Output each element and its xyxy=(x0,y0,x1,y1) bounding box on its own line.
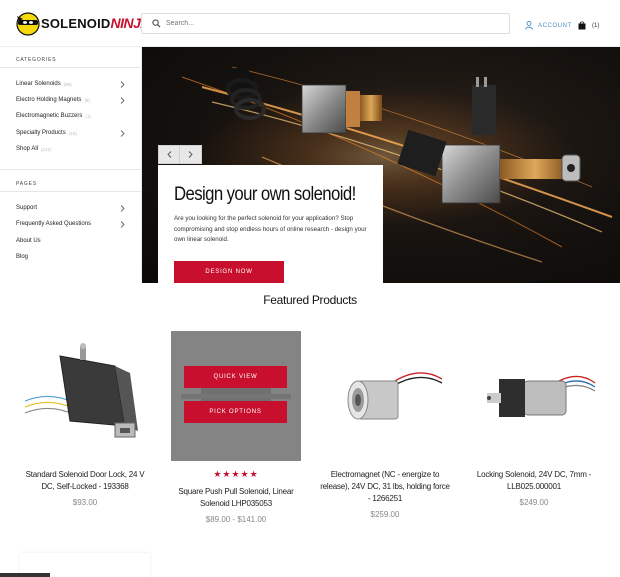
product-name[interactable]: Locking Solenoid, 24V DC, 7mm - LLB025.0… xyxy=(469,469,599,493)
sidebar-item-label: Support xyxy=(16,205,38,211)
hero-banner: Design your own solenoid! Are you lookin… xyxy=(142,47,620,283)
ninja-logo-icon xyxy=(15,10,43,36)
chevron-right-icon[interactable] xyxy=(118,129,126,137)
sidebar-item-specialty-products[interactable]: Specialty Products (19) xyxy=(16,127,128,139)
sidebar-item-label: Linear Solenoids xyxy=(16,81,61,87)
product-card[interactable]: Electromagnet (NC - energize to release)… xyxy=(320,331,450,519)
sidebar-item-label: Shop All xyxy=(16,146,39,152)
footer-strip xyxy=(0,573,50,577)
sidebar: CATEGORIES Linear Solenoids (98) Electro… xyxy=(0,47,142,283)
categories-heading: CATEGORIES xyxy=(16,57,57,63)
sidebar-item-count: (1) xyxy=(85,113,91,119)
carousel-prev-button[interactable] xyxy=(158,145,180,164)
divider xyxy=(0,191,141,192)
product-image[interactable] xyxy=(320,331,450,461)
chevron-right-icon xyxy=(188,151,193,158)
product-rating: ★★★★★ xyxy=(213,469,259,479)
product-image[interactable] xyxy=(469,331,599,461)
sidebar-item-count: (98) xyxy=(63,81,72,87)
chevron-right-icon[interactable] xyxy=(118,220,126,228)
search-bar xyxy=(141,13,510,34)
hero-title: Design your own solenoid! xyxy=(174,183,356,205)
sidebar-item-label: Electro Holding Magnets xyxy=(16,97,82,103)
product-name[interactable]: Square Push Pull Solenoid, Linear Soleno… xyxy=(171,486,301,510)
featured-title: Featured Products xyxy=(263,293,357,307)
hero-card: Design your own solenoid! Are you lookin… xyxy=(158,165,383,283)
product-price: $89.00 - $141.00 xyxy=(205,515,267,524)
pages-heading: PAGES xyxy=(16,181,37,187)
sidebar-item-count: (19) xyxy=(68,130,77,136)
user-icon xyxy=(525,17,533,35)
product-image[interactable]: QUICK VIEW PICK OPTIONS xyxy=(171,331,301,461)
sidebar-item-blog[interactable]: Blog xyxy=(16,251,128,263)
sidebar-item-electro-holding-magnets[interactable]: Electro Holding Magnets (8) xyxy=(16,94,128,106)
product-name[interactable]: Electromagnet (NC - energize to release)… xyxy=(320,469,450,505)
header: SOLENOIDNINJA ACCOUNT (1) xyxy=(0,0,620,47)
shopping-bag-icon xyxy=(578,17,586,35)
chevron-right-icon[interactable] xyxy=(118,80,126,88)
brand-name-part1: SOLENOID xyxy=(41,16,111,31)
product-price: $93.00 xyxy=(72,498,98,507)
quick-view-button[interactable]: QUICK VIEW xyxy=(184,366,287,388)
product-card[interactable]: QUICK VIEW PICK OPTIONS ★★★★★ Square Pus… xyxy=(171,331,301,524)
sidebar-item-about-us[interactable]: About Us xyxy=(16,235,128,247)
cart-link[interactable]: (1) xyxy=(578,17,599,35)
product-card[interactable]: Locking Solenoid, 24V DC, 7mm - LLB025.0… xyxy=(469,331,599,507)
sidebar-item-label: Blog xyxy=(16,254,29,260)
design-now-button[interactable]: DESIGN NOW xyxy=(174,261,284,283)
product-name[interactable]: Standard Solenoid Door Lock, 24 V DC, Se… xyxy=(20,469,150,493)
sidebar-item-count: (121) xyxy=(41,146,52,152)
sidebar-item-electromagnetic-buzzers[interactable]: Electromagnetic Buzzers (1) xyxy=(16,110,128,122)
account-link[interactable]: ACCOUNT xyxy=(525,17,572,35)
product-hover-overlay xyxy=(171,331,301,461)
brand-logo[interactable]: SOLENOIDNINJA xyxy=(15,9,151,37)
chevron-right-icon[interactable] xyxy=(118,204,126,212)
sidebar-item-label: Electromagnetic Buzzers xyxy=(16,113,83,119)
search-input[interactable] xyxy=(166,20,486,27)
account-label: ACCOUNT xyxy=(538,23,572,29)
sidebar-item-support[interactable]: Support xyxy=(16,202,128,214)
sidebar-item-label: Specialty Products xyxy=(16,130,66,136)
search-icon[interactable] xyxy=(146,14,166,33)
product-price: $259.00 xyxy=(370,510,400,519)
sidebar-item-label: Frequently Asked Questions xyxy=(16,221,92,227)
product-image[interactable] xyxy=(20,331,150,461)
sidebar-item-linear-solenoids[interactable]: Linear Solenoids (98) xyxy=(16,78,128,90)
sidebar-item-faq[interactable]: Frequently Asked Questions xyxy=(16,218,128,230)
carousel-next-button[interactable] xyxy=(180,145,202,164)
pick-options-button[interactable]: PICK OPTIONS xyxy=(184,401,287,423)
divider xyxy=(0,169,141,170)
hero-body: Are you looking for the perfect solenoid… xyxy=(174,215,367,243)
sidebar-item-label: About Us xyxy=(16,238,41,244)
chevron-left-icon xyxy=(166,151,171,158)
sidebar-item-shop-all[interactable]: Shop All (121) xyxy=(16,143,128,155)
page: SOLENOIDNINJA ACCOUNT (1) CATEGORIES xyxy=(0,0,620,577)
chevron-right-icon[interactable] xyxy=(118,96,126,104)
divider xyxy=(0,67,141,68)
carousel-nav xyxy=(158,145,202,164)
cart-count: (1) xyxy=(592,23,600,29)
sidebar-item-count: (8) xyxy=(84,97,90,103)
product-card[interactable]: Standard Solenoid Door Lock, 24 V DC, Se… xyxy=(20,331,150,507)
product-price: $249.00 xyxy=(519,498,549,507)
